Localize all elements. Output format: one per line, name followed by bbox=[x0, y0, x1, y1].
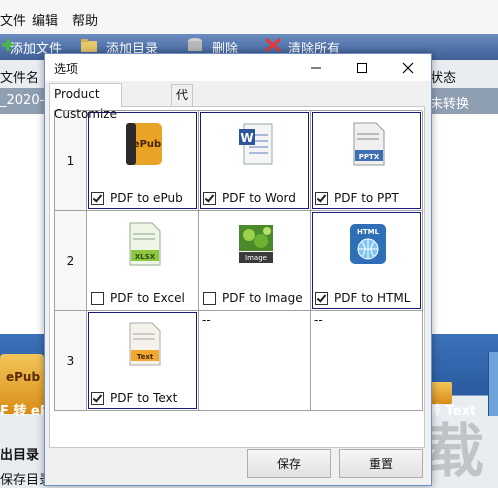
save-button[interactable]: 保存 bbox=[247, 449, 331, 478]
cell-pdf-to-epub[interactable]: ePub PDF to ePub bbox=[87, 111, 199, 211]
clear-all-icon bbox=[264, 37, 282, 53]
cell-empty: -- bbox=[199, 311, 311, 411]
column-status[interactable]: 状态 bbox=[430, 67, 456, 86]
option-label: PDF to Text bbox=[110, 391, 178, 405]
file-row-status: 未转换 bbox=[430, 97, 470, 112]
tab-panel: 1 ePub PDF to ePub W PDF to Word PPTX PD… bbox=[49, 106, 425, 448]
format-grid: 1 ePub PDF to ePub W PDF to Word PPTX PD… bbox=[54, 110, 423, 411]
option-label: PDF to PPT bbox=[334, 191, 399, 205]
word-icon: W bbox=[239, 123, 273, 165]
pptx-icon: PPTX bbox=[353, 122, 385, 166]
empty-placeholder: -- bbox=[202, 313, 211, 327]
checkbox[interactable] bbox=[91, 191, 104, 205]
html-icon: HTML bbox=[350, 224, 386, 264]
checkbox[interactable] bbox=[203, 191, 216, 205]
option-label: PDF to HTML bbox=[334, 291, 411, 305]
option-pdf-to-html[interactable]: PDF to HTML bbox=[315, 291, 410, 305]
text-icon: Text bbox=[129, 322, 161, 366]
menu-bar: 文件 编辑 帮助 bbox=[0, 0, 498, 35]
option-label: PDF to Word bbox=[222, 191, 296, 205]
svg-text:ePub: ePub bbox=[133, 139, 161, 150]
option-pdf-to-text[interactable]: PDF to Text bbox=[91, 391, 177, 405]
cell-pdf-to-ppt[interactable]: PPTX PDF to PPT bbox=[311, 111, 423, 211]
option-label: PDF to ePub bbox=[110, 191, 183, 205]
svg-text:Image: Image bbox=[245, 254, 267, 262]
checkbox[interactable] bbox=[315, 191, 328, 205]
row-number: 2 bbox=[55, 211, 87, 311]
cell-pdf-to-html[interactable]: HTML PDF to HTML bbox=[311, 211, 423, 311]
cell-empty: -- bbox=[311, 311, 423, 411]
tab-proxy-settings[interactable]: 代理设置 bbox=[171, 84, 194, 162]
svg-text:PPTX: PPTX bbox=[359, 153, 380, 161]
delete-icon bbox=[186, 37, 204, 53]
checkbox[interactable] bbox=[203, 291, 216, 305]
empty-placeholder: -- bbox=[314, 313, 323, 327]
xlsx-icon: XLSX bbox=[129, 222, 161, 266]
option-pdf-to-epub[interactable]: PDF to ePub bbox=[91, 191, 183, 205]
tab-product-customize[interactable]: Product Customize bbox=[49, 83, 122, 121]
cell-pdf-to-excel[interactable]: XLSX PDF to Excel bbox=[87, 211, 199, 311]
reset-button[interactable]: 重置 bbox=[339, 449, 423, 478]
dialog-title: 选项 bbox=[54, 62, 79, 76]
output-dir-label: 出目录 bbox=[0, 448, 40, 463]
cell-pdf-to-image[interactable]: Image PDF to Image bbox=[199, 211, 311, 311]
add-folder-icon bbox=[80, 37, 98, 53]
svg-text:Text: Text bbox=[137, 353, 154, 361]
options-dialog: 选项 Product Customize 代理设置 1 ePub bbox=[44, 53, 432, 486]
close-icon[interactable] bbox=[385, 54, 431, 81]
row-number: 1 bbox=[55, 111, 87, 211]
minimize-icon[interactable] bbox=[293, 54, 339, 81]
row-number: 3 bbox=[55, 311, 87, 411]
epub-icon: ePub bbox=[126, 123, 162, 165]
checkbox[interactable] bbox=[91, 391, 104, 405]
menu-edit[interactable]: 编辑 bbox=[32, 10, 58, 29]
option-label: PDF to Excel bbox=[110, 291, 185, 305]
svg-text:W: W bbox=[240, 131, 253, 145]
menu-file[interactable]: 文件 bbox=[0, 10, 26, 29]
option-label: PDF to Image bbox=[222, 291, 303, 305]
option-pdf-to-image[interactable]: PDF to Image bbox=[203, 291, 303, 305]
menu-help[interactable]: 帮助 bbox=[72, 10, 98, 29]
option-pdf-to-word[interactable]: PDF to Word bbox=[203, 191, 296, 205]
dialog-titlebar[interactable]: 选项 bbox=[45, 54, 431, 81]
option-pdf-to-ppt[interactable]: PDF to PPT bbox=[315, 191, 399, 205]
epub-badge: ePub bbox=[6, 370, 41, 384]
maximize-icon[interactable] bbox=[339, 54, 385, 81]
svg-text:XLSX: XLSX bbox=[135, 253, 156, 261]
column-filename[interactable]: 文件名 bbox=[0, 67, 39, 86]
option-pdf-to-excel[interactable]: PDF to Excel bbox=[91, 291, 185, 305]
svg-text:HTML: HTML bbox=[357, 228, 380, 236]
cell-pdf-to-word[interactable]: W PDF to Word bbox=[199, 111, 311, 211]
checkbox[interactable] bbox=[315, 291, 328, 305]
cell-pdf-to-text[interactable]: Text PDF to Text bbox=[87, 311, 199, 411]
image-icon: Image bbox=[239, 225, 273, 263]
checkbox[interactable] bbox=[91, 291, 104, 305]
